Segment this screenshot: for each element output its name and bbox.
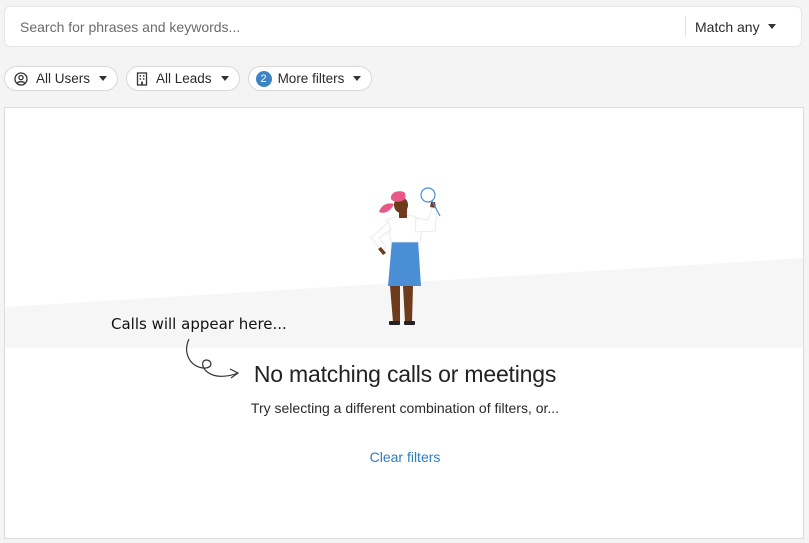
- chevron-down-icon: [99, 76, 108, 81]
- empty-state-illustration: [5, 187, 803, 348]
- user-circle-icon: [14, 71, 28, 86]
- match-mode-select[interactable]: Match any: [695, 7, 801, 46]
- users-filter-label: All Users: [36, 71, 91, 86]
- more-filters-button[interactable]: 2 More filters: [247, 66, 373, 91]
- chevron-down-icon: [353, 76, 362, 81]
- match-mode-label: Match any: [695, 18, 760, 35]
- clear-filters-container: Clear filters: [5, 449, 803, 465]
- leads-filter-button[interactable]: All Leads: [126, 66, 240, 91]
- annotation-text: Calls will appear here...: [111, 315, 287, 333]
- more-filters-label: More filters: [277, 71, 345, 86]
- empty-state-description: Try selecting a different combination of…: [250, 400, 560, 416]
- clear-filters-link[interactable]: Clear filters: [370, 449, 441, 465]
- empty-state-title: No matching calls or meetings: [253, 361, 557, 387]
- building-icon: [136, 71, 148, 86]
- results-panel: Calls will appear here... No matching ca…: [4, 107, 804, 539]
- chevron-down-icon: [220, 76, 229, 81]
- filter-bar: All Users All Leads 2 More filters: [4, 66, 373, 91]
- chevron-down-icon: [767, 24, 776, 29]
- users-filter-button[interactable]: All Users: [4, 66, 119, 91]
- search-divider: [685, 16, 686, 37]
- search-input[interactable]: [5, 7, 675, 46]
- filter-count-badge: 2: [255, 70, 272, 87]
- leads-filter-label: All Leads: [156, 71, 212, 86]
- search-bar: Match any: [4, 6, 802, 47]
